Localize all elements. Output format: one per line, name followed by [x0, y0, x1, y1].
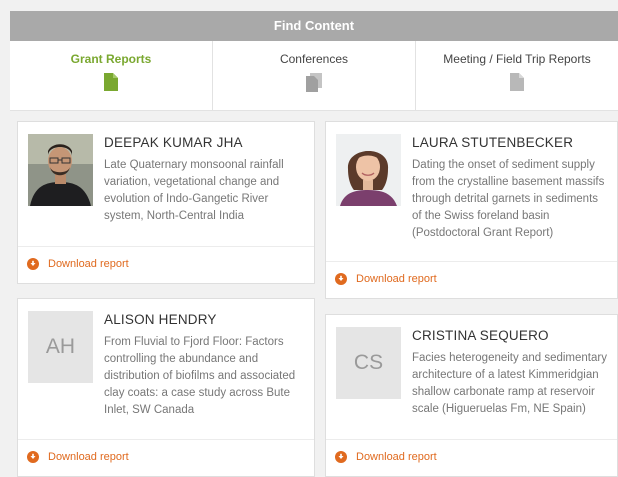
card-footer: Download report — [326, 439, 617, 476]
download-icon — [27, 258, 39, 270]
download-report-link[interactable]: Download report — [27, 258, 129, 270]
download-label: Download report — [356, 451, 437, 463]
tab-grant-reports[interactable]: Grant Reports — [10, 41, 213, 110]
grant-report-card: LAURA STUTENBECKER Dating the onset of s… — [325, 121, 618, 299]
document-icon — [104, 73, 118, 91]
tab-label: Conferences — [279, 52, 349, 66]
grant-report-card: DEEPAK KUMAR JHA Late Quaternary monsoon… — [17, 121, 315, 284]
tab-label: Grant Reports — [70, 52, 152, 66]
download-icon — [335, 451, 347, 463]
grant-report-card: AH ALISON HENDRY From Fluvial to Fjord F… — [17, 298, 315, 477]
card-footer: Download report — [326, 261, 617, 298]
document-icon — [510, 73, 524, 91]
tab-conferences[interactable]: Conferences — [213, 41, 416, 110]
download-icon — [27, 451, 39, 463]
download-label: Download report — [48, 258, 129, 270]
researcher-name: CRISTINA SEQUERO — [412, 328, 549, 343]
download-label: Download report — [48, 451, 129, 463]
report-title: Dating the onset of sediment supply from… — [412, 159, 605, 239]
card-footer: Download report — [18, 246, 314, 283]
content-tabs: Grant Reports Conferences Meeting / Fiel… — [10, 41, 618, 111]
report-title: Late Quaternary monsoonal rainfall varia… — [104, 159, 284, 222]
card-footer: Download report — [18, 439, 314, 476]
tab-meeting-field-trip-reports[interactable]: Meeting / Field Trip Reports — [416, 41, 618, 110]
researcher-name: LAURA STUTENBECKER — [412, 135, 574, 150]
researcher-name: DEEPAK KUMAR JHA — [104, 135, 243, 150]
download-report-link[interactable]: Download report — [27, 451, 129, 463]
stack-documents-icon — [306, 73, 322, 92]
avatar — [28, 134, 93, 206]
download-icon — [335, 273, 347, 285]
researcher-name: ALISON HENDRY — [104, 312, 217, 327]
report-title: From Fluvial to Fjord Floor: Factors con… — [104, 336, 296, 416]
download-report-link[interactable]: Download report — [335, 451, 437, 463]
tab-label: Meeting / Field Trip Reports — [443, 52, 591, 66]
grant-report-card: CS CRISTINA SEQUERO Facies heterogeneity… — [325, 314, 618, 477]
report-title: Facies heterogeneity and sedimentary arc… — [412, 352, 607, 415]
download-label: Download report — [356, 273, 437, 285]
find-content-header: Find Content — [10, 11, 618, 41]
avatar-initials: CS — [336, 327, 401, 399]
avatar-initials: AH — [28, 311, 93, 383]
avatar — [336, 134, 401, 206]
download-report-link[interactable]: Download report — [335, 273, 437, 285]
